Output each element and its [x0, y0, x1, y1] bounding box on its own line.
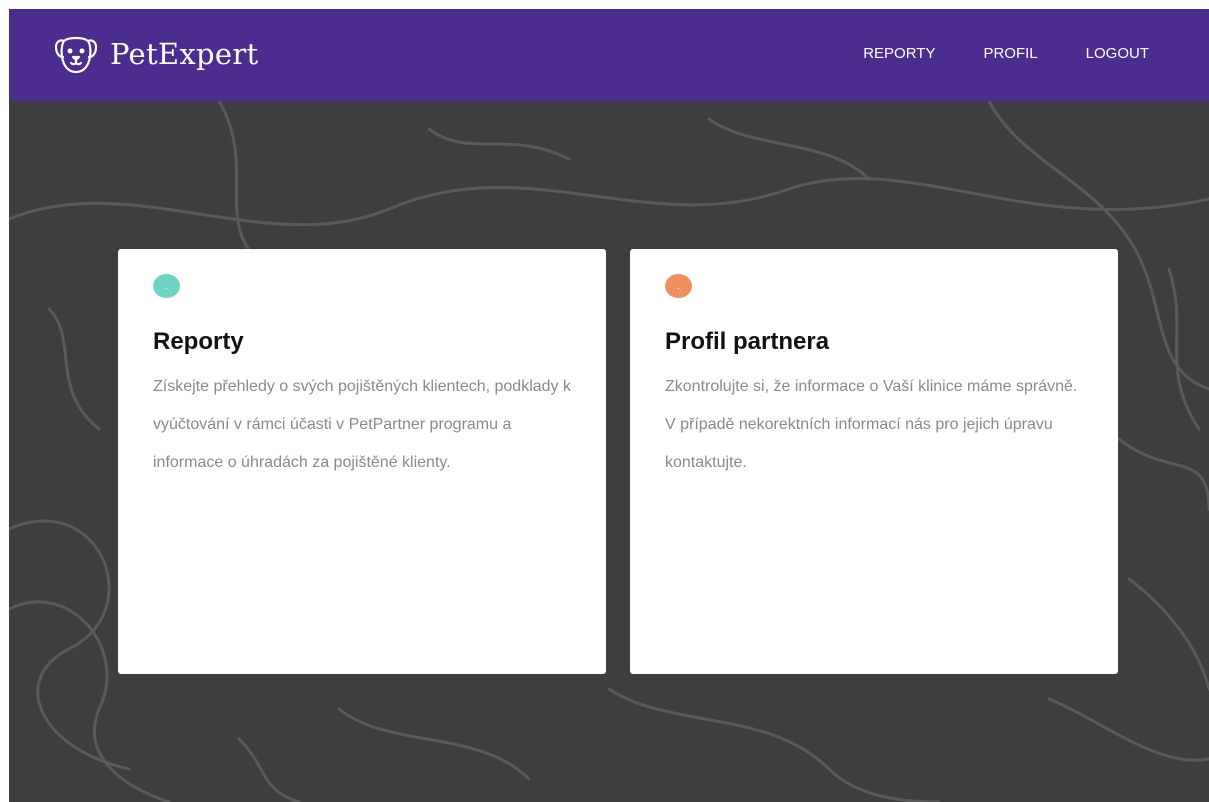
- top-navbar: PetExpert REPORTY PROFIL LOGOUT: [9, 9, 1209, 101]
- main-nav: REPORTY PROFIL LOGOUT: [815, 42, 1149, 66]
- card-description: Zkontrolujte si, že informace o Vaší kli…: [665, 378, 1078, 471]
- card-title: Reporty: [153, 328, 244, 355]
- nav-link-profil[interactable]: PROFIL: [983, 42, 1037, 66]
- nav-link-reporty[interactable]: REPORTY: [863, 42, 935, 66]
- card-reporty[interactable]: Reporty Získejte přehledy o svých pojišt…: [118, 249, 606, 674]
- brand-logo-link[interactable]: PetExpert: [54, 30, 259, 78]
- nav-link-logout[interactable]: LOGOUT: [1086, 42, 1149, 66]
- page: PetExpert REPORTY PROFIL LOGOUT Reporty …: [9, 9, 1209, 802]
- teal-dot-icon: [153, 274, 180, 298]
- brand-name: PetExpert: [110, 37, 259, 71]
- card-title: Profil partnera: [665, 328, 830, 355]
- dog-face-icon: [54, 36, 98, 74]
- card-profil-partnera[interactable]: Profil partnera Zkontrolujte si, že info…: [630, 249, 1118, 674]
- card-description: Získejte přehledy o svých pojištěných kl…: [153, 378, 571, 471]
- orange-dot-icon: [665, 274, 692, 298]
